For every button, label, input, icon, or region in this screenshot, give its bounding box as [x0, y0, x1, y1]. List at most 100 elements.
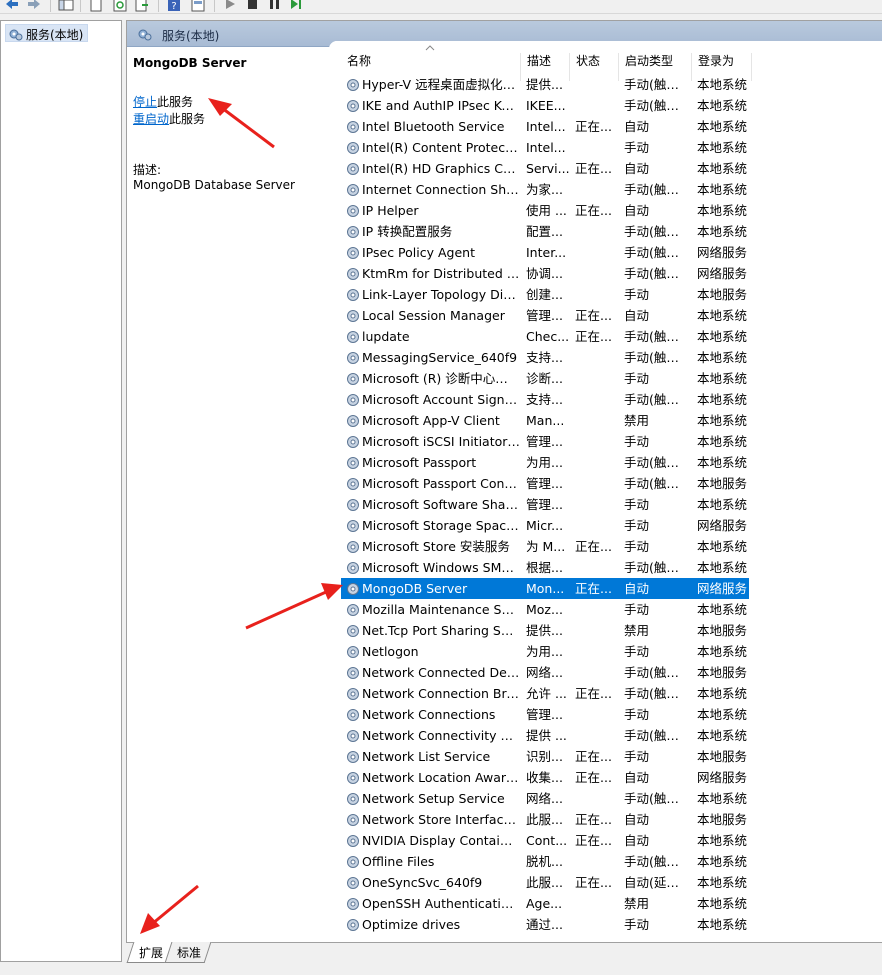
service-row[interactable]: Network Connection Broker 允许 ... 正在... 手动(触… — [341, 683, 749, 704]
service-log-on-as: 网络服务 — [697, 581, 748, 596]
service-row[interactable]: Intel(R) HD Graphics Control Panel Servi… — [341, 158, 749, 179]
service-description: Intel... — [526, 119, 566, 134]
service-description: 提供... — [526, 77, 563, 92]
service-name: Network Setup Service — [362, 791, 505, 806]
service-row[interactable]: Microsoft (R) 诊断中心标准收集器服务诊断... 手动 本地系统 — [341, 368, 749, 389]
export-list-icon[interactable] — [134, 0, 150, 12]
stop-action: 停止此服务 — [133, 93, 193, 110]
service-description: Inter... — [526, 245, 567, 260]
service-row[interactable]: Microsoft Windows SMS 路由器服务。根据... 手动(触发..… — [341, 557, 749, 578]
service-gear-icon — [345, 644, 361, 660]
service-row[interactable]: Intel(R) Content Protection HECI Service… — [341, 137, 749, 158]
service-startup-type: 手动 — [624, 917, 650, 932]
service-row[interactable]: Offline Files 脱机... 手动(触发... 本地系统 — [341, 851, 749, 872]
restart-service-icon[interactable] — [288, 0, 304, 12]
service-log-on-as: 本地系统 — [697, 329, 748, 344]
service-row[interactable]: Microsoft App-V Client Man... 禁用 本地系统 — [341, 410, 749, 431]
service-row[interactable]: Local Session Manager 管理... 正在... 自动 本地系统 — [341, 305, 749, 326]
view-icon[interactable] — [190, 0, 206, 12]
service-row[interactable]: Net.Tcp Port Sharing Service 提供... 禁用 本地服务 — [341, 620, 749, 641]
service-row[interactable]: IP Helper 使用 ... 正在... 自动 本地系统 — [341, 200, 749, 221]
service-row[interactable]: Intel Bluetooth Service Intel... 正在... 自动 本地… — [341, 116, 749, 137]
service-name: Hyper-V 远程桌面虚拟化服务 — [362, 77, 520, 92]
service-row[interactable]: lupdate Chec... 正在... 手动(触发... 本地系统 — [341, 326, 749, 347]
service-gear-icon — [345, 875, 361, 891]
service-gear-icon — [345, 329, 361, 345]
properties-icon[interactable] — [88, 0, 104, 12]
service-description: 管理... — [526, 308, 563, 323]
service-row[interactable]: OpenSSH Authentication Agent Age... 禁用 本地系统 — [341, 893, 749, 914]
services-list: 名称 描述 状态 启动类型 登录为 Hyper-V 远程桌面虚拟化服务 提供...… — [329, 41, 882, 943]
refresh-icon[interactable] — [112, 0, 128, 12]
service-description: 协调... — [526, 266, 563, 281]
service-row[interactable]: IP 转换配置服务 配置... 手动(触发... 本地系统 — [341, 221, 749, 242]
service-row[interactable]: OneSyncSvc_640f9 此服... 正在... 自动(延迟... 本地系统 — [341, 872, 749, 893]
service-row[interactable]: Link-Layer Topology Discovery Mapper 创建..… — [341, 284, 749, 305]
service-startup-type: 手动(触发... — [624, 224, 690, 239]
service-row[interactable]: Microsoft iSCSI Initiator Service 管理... 手动… — [341, 431, 749, 452]
service-row[interactable]: IKE and AuthIP IPsec Keying Modules IKEE.… — [341, 95, 749, 116]
service-log-on-as: 本地系统 — [697, 728, 748, 743]
service-description: Intel... — [526, 140, 566, 155]
service-name: Network Connected Devices Auto-Setup — [362, 665, 520, 680]
service-row[interactable]: Microsoft Passport 为用... 手动(触发... 本地系统 — [341, 452, 749, 473]
service-log-on-as: 本地系统 — [697, 413, 748, 428]
service-name: Link-Layer Topology Discovery Mapper — [362, 287, 520, 302]
service-row[interactable]: Optimize drives 通过... 手动 本地系统 — [341, 914, 749, 935]
service-row[interactable]: Network Store Interface Service 此服... 正在..… — [341, 809, 749, 830]
tree-item-services-local[interactable]: 服务(本地) — [5, 24, 89, 42]
service-row[interactable]: Network Setup Service 网络... 手动(触发... 本地系统 — [341, 788, 749, 809]
service-name: Microsoft App-V Client — [362, 413, 500, 428]
console-tree-icon[interactable] — [58, 0, 74, 12]
service-row[interactable]: Microsoft Software Shadow Copy Provider 管… — [341, 494, 749, 515]
tree-item-label: 服务(本地) — [26, 28, 84, 42]
service-row[interactable]: MessagingService_640f9 支持... 手动(触发... 本地系统 — [341, 347, 749, 368]
pause-service-icon[interactable] — [266, 0, 282, 12]
service-log-on-as: 本地系统 — [697, 308, 748, 323]
service-startup-type: 手动(触发... — [624, 182, 690, 197]
sort-ascending-icon — [425, 45, 435, 51]
stop-service-icon[interactable] — [244, 0, 260, 12]
service-row[interactable]: Internet Connection Sharing (ICS) 为家... 手动… — [341, 179, 749, 200]
services-gear-icon — [9, 29, 23, 41]
service-log-on-as: 本地系统 — [697, 119, 748, 134]
service-gear-icon — [345, 833, 361, 849]
service-description: 提供 ... — [526, 728, 567, 743]
help-icon[interactable]: ? — [166, 0, 182, 12]
service-row[interactable]: Network Connections 管理... 手动 本地系统 — [341, 704, 749, 725]
service-row[interactable]: Network Location Awareness 收集... 正在... 自动 网络… — [341, 767, 749, 788]
service-gear-icon — [345, 560, 361, 576]
service-row[interactable]: Network List Service 识别... 正在... 手动 本地服务 — [341, 746, 749, 767]
service-gear-icon — [345, 287, 361, 303]
service-row[interactable]: Microsoft Store 安装服务 为 M... 正在... 手动 本地系统 — [341, 536, 749, 557]
service-row[interactable]: Microsoft Passport Container 管理... 手动(触发..… — [341, 473, 749, 494]
service-row[interactable]: Mozilla Maintenance Service Moz... 手动 本地系统 — [341, 599, 749, 620]
service-description: 为用... — [526, 644, 563, 659]
back-arrow-icon[interactable] — [4, 0, 20, 12]
start-service-icon[interactable] — [222, 0, 238, 12]
service-gear-icon — [345, 119, 361, 135]
service-gear-icon — [345, 350, 361, 366]
service-description: Servi... — [526, 161, 570, 176]
service-status: 正在... — [575, 308, 612, 323]
tab-extended-label: 扩展 — [139, 946, 164, 960]
service-status: 正在... — [575, 749, 612, 764]
stop-service-link[interactable]: 停止 — [133, 95, 157, 109]
service-row[interactable]: IPsec Policy Agent Inter... 手动(触发... 网络服务 — [341, 242, 749, 263]
svg-text:?: ? — [171, 1, 176, 12]
restart-service-link[interactable]: 重启动 — [133, 112, 169, 126]
service-row[interactable]: KtmRm for Distributed Transaction Coordi… — [341, 263, 749, 284]
service-gear-icon — [345, 896, 361, 912]
service-row[interactable]: Microsoft Storage Spaces SMP Micr... 手动 网络服… — [341, 515, 749, 536]
service-row[interactable]: NVIDIA Display Container LS Cont... 正在... 自… — [341, 830, 749, 851]
service-row[interactable]: Microsoft Account Sign-in Assistant 支持...… — [341, 389, 749, 410]
service-startup-type: 自动 — [624, 581, 650, 596]
service-row[interactable]: Hyper-V 远程桌面虚拟化服务 提供... 手动(触发... 本地系统 — [341, 74, 749, 95]
service-startup-type: 手动(触发... — [624, 854, 690, 869]
service-row[interactable]: MongoDB Server Mon... 正在... 自动 网络服务 — [341, 578, 749, 599]
tab-standard[interactable]: 标准 — [164, 942, 212, 963]
service-row[interactable]: Network Connected Devices Auto-Setup 网络..… — [341, 662, 749, 683]
forward-arrow-icon[interactable] — [26, 0, 42, 12]
service-row[interactable]: Netlogon 为用... 手动 本地系统 — [341, 641, 749, 662]
service-row[interactable]: Network Connectivity Assistant 提供 ... 手动(触… — [341, 725, 749, 746]
